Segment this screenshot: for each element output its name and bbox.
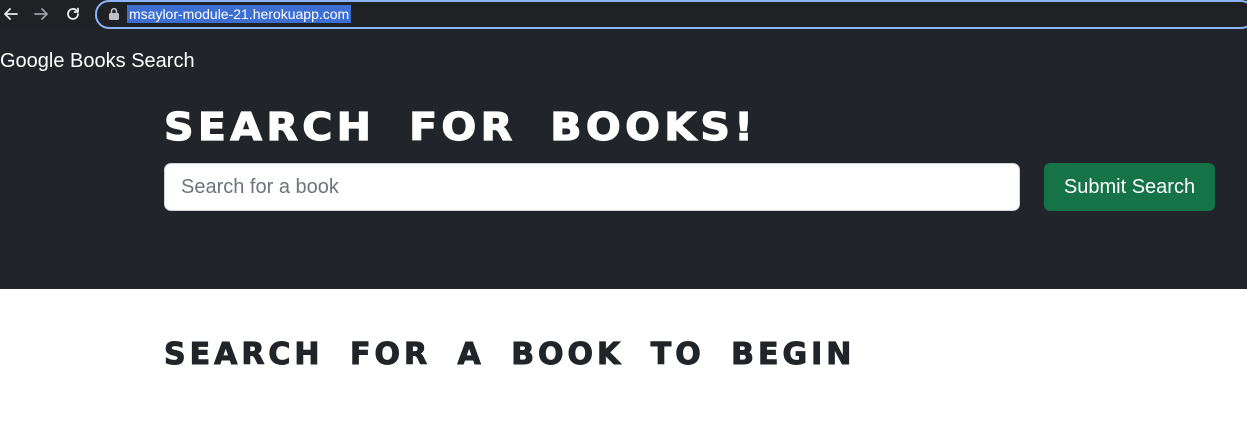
site-header: Google Books Search (0, 30, 1247, 289)
lock-icon[interactable] (108, 7, 120, 21)
browser-toolbar: msaylor-module-21.herokuapp.com (0, 0, 1247, 30)
reload-icon[interactable] (62, 3, 84, 25)
arrow-left-icon[interactable] (0, 3, 22, 25)
navbar-brand[interactable]: Google Books Search (0, 49, 195, 73)
results-heading: SEARCH FOR A BOOK TO BEGIN (163, 337, 856, 373)
hero-title: SEARCH FOR BOOKS! (163, 104, 758, 149)
search-input[interactable] (164, 163, 1020, 211)
address-bar-url[interactable]: msaylor-module-21.herokuapp.com (127, 5, 352, 23)
submit-search-button[interactable]: Submit Search (1044, 163, 1215, 211)
arrow-right-icon[interactable] (30, 3, 52, 25)
